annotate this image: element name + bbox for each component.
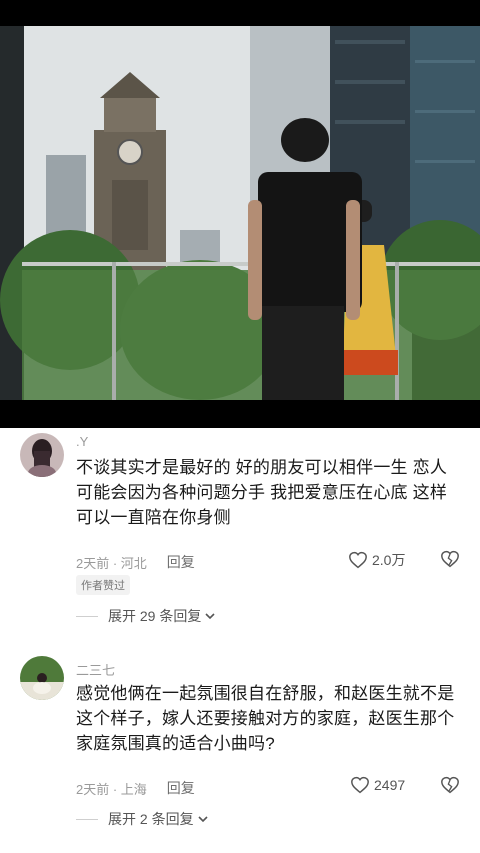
video-frame bbox=[0, 0, 480, 428]
like-count: 2.0万 bbox=[372, 552, 406, 568]
comment-meta: 2天前 · 河北 回复 bbox=[76, 552, 195, 572]
author-liked-badge: 作者赞过 bbox=[76, 575, 130, 595]
like-button[interactable]: 2497 bbox=[350, 776, 405, 794]
expand-replies-button[interactable]: 展开 29 条回复 bbox=[76, 606, 216, 626]
heart-outline-icon bbox=[351, 776, 369, 794]
expand-replies-button[interactable]: 展开 2 条回复 bbox=[76, 809, 209, 829]
divider-line bbox=[76, 818, 98, 820]
heart-outline-icon bbox=[349, 551, 367, 569]
chevron-down-icon bbox=[198, 816, 208, 823]
divider-line bbox=[76, 615, 98, 617]
reply-button[interactable]: 回复 bbox=[167, 552, 195, 572]
comment-text: 不谈其实才是最好的 好的朋友可以相伴一生 恋人可能会因为各种问题分手 我把爱意压… bbox=[76, 458, 448, 527]
comment-username[interactable]: .Y bbox=[76, 434, 88, 449]
reply-button[interactable]: 回复 bbox=[167, 778, 195, 798]
expand-replies-label: 展开 2 条回复 bbox=[108, 811, 194, 827]
comment-time-location: 2天前 · 河北 bbox=[76, 555, 147, 571]
like-count: 2497 bbox=[374, 777, 406, 793]
comment-username[interactable]: 二三七 bbox=[76, 660, 115, 679]
comment-list: .Y 不谈其实才是最好的 好的朋友可以相伴一生 恋人可能会因为各种问题分手 我把… bbox=[0, 428, 480, 853]
avatar-person-sitting-icon bbox=[20, 656, 64, 700]
broken-heart-icon bbox=[441, 550, 459, 568]
broken-heart-icon bbox=[441, 776, 459, 794]
comment-meta: 2天前 · 上海 回复 bbox=[76, 778, 195, 798]
video-player[interactable] bbox=[0, 0, 480, 428]
chevron-down-icon bbox=[205, 613, 215, 620]
comment-time-location: 2天前 · 上海 bbox=[76, 781, 147, 797]
avatar-girl-long-hair-icon bbox=[20, 433, 64, 477]
dislike-button[interactable] bbox=[440, 776, 460, 799]
comment-text: 感觉他俩在一起氛围很自在舒服，和赵医生就不是这个样子，嫁人还要接触对方的家庭，赵… bbox=[76, 684, 455, 753]
like-button[interactable]: 2.0万 bbox=[348, 550, 405, 570]
expand-replies-label: 展开 29 条回复 bbox=[108, 608, 202, 624]
dislike-button[interactable] bbox=[440, 550, 460, 573]
avatar[interactable] bbox=[20, 433, 64, 477]
avatar[interactable] bbox=[20, 656, 64, 700]
